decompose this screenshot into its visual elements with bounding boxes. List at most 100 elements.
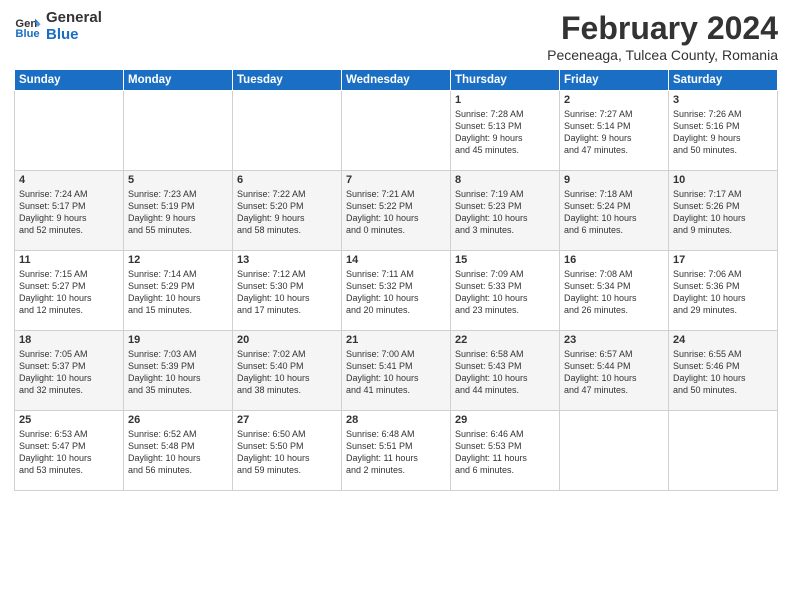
day-content: Sunrise: 6:53 AMSunset: 5:47 PMDaylight:…	[19, 428, 119, 477]
day-number: 17	[673, 254, 773, 266]
day-content: Sunrise: 7:05 AMSunset: 5:37 PMDaylight:…	[19, 348, 119, 397]
day-cell: 26 Sunrise: 6:52 AMSunset: 5:48 PMDayligh…	[124, 411, 233, 491]
day-cell	[342, 91, 451, 171]
day-number: 10	[673, 174, 773, 186]
location: Peceneaga, Tulcea County, Romania	[547, 47, 778, 63]
day-cell: 15 Sunrise: 7:09 AMSunset: 5:33 PMDayligh…	[451, 251, 560, 331]
day-cell: 14 Sunrise: 7:11 AMSunset: 5:32 PMDayligh…	[342, 251, 451, 331]
day-content: Sunrise: 7:02 AMSunset: 5:40 PMDaylight:…	[237, 348, 337, 397]
header: Gen Blue General Blue February 2024 Pece…	[14, 10, 778, 63]
day-number: 21	[346, 334, 446, 346]
day-cell: 21 Sunrise: 7:00 AMSunset: 5:41 PMDayligh…	[342, 331, 451, 411]
day-number: 15	[455, 254, 555, 266]
day-number: 8	[455, 174, 555, 186]
day-cell: 25Sunrise: 6:53 AMSunset: 5:47 PMDayligh…	[15, 411, 124, 491]
day-cell: 17 Sunrise: 7:06 AMSunset: 5:36 PMDayligh…	[669, 251, 778, 331]
day-content: Sunrise: 7:22 AMSunset: 5:20 PMDaylight:…	[237, 188, 337, 237]
day-number: 11	[19, 254, 119, 266]
day-number: 18	[19, 334, 119, 346]
day-content: Sunrise: 7:28 AMSunset: 5:13 PMDaylight:…	[455, 108, 555, 157]
day-number: 27	[237, 414, 337, 426]
day-number: 13	[237, 254, 337, 266]
header-monday: Monday	[124, 70, 233, 91]
logo-line1: General	[46, 10, 102, 27]
day-number: 7	[346, 174, 446, 186]
day-cell: 4 Sunrise: 7:24 AMSunset: 5:17 PMDaylight…	[15, 171, 124, 251]
week-row-1: 1Sunrise: 7:28 AMSunset: 5:13 PMDaylight…	[15, 91, 778, 171]
day-content: Sunrise: 6:57 AMSunset: 5:44 PMDaylight:…	[564, 348, 664, 397]
day-number: 28	[346, 414, 446, 426]
week-row-4: 18 Sunrise: 7:05 AMSunset: 5:37 PMDayligh…	[15, 331, 778, 411]
day-cell: 19 Sunrise: 7:03 AMSunset: 5:39 PMDayligh…	[124, 331, 233, 411]
day-cell: 27 Sunrise: 6:50 AMSunset: 5:50 PMDayligh…	[233, 411, 342, 491]
day-content: Sunrise: 7:06 AMSunset: 5:36 PMDaylight:…	[673, 268, 773, 317]
day-content: Sunrise: 7:17 AMSunset: 5:26 PMDaylight:…	[673, 188, 773, 237]
day-number: 29	[455, 414, 555, 426]
day-number: 6	[237, 174, 337, 186]
day-cell: 2Sunrise: 7:27 AMSunset: 5:14 PMDaylight…	[560, 91, 669, 171]
day-content: Sunrise: 7:14 AMSunset: 5:29 PMDaylight:…	[128, 268, 228, 317]
day-content: Sunrise: 6:58 AMSunset: 5:43 PMDaylight:…	[455, 348, 555, 397]
day-number: 4	[19, 174, 119, 186]
day-content: Sunrise: 7:24 AMSunset: 5:17 PMDaylight:…	[19, 188, 119, 237]
day-cell: 1Sunrise: 7:28 AMSunset: 5:13 PMDaylight…	[451, 91, 560, 171]
header-row: Sunday Monday Tuesday Wednesday Thursday…	[15, 70, 778, 91]
day-number: 16	[564, 254, 664, 266]
day-number: 9	[564, 174, 664, 186]
day-content: Sunrise: 7:00 AMSunset: 5:41 PMDaylight:…	[346, 348, 446, 397]
day-cell	[233, 91, 342, 171]
day-content: Sunrise: 6:48 AMSunset: 5:51 PMDaylight:…	[346, 428, 446, 477]
logo-icon: Gen Blue	[14, 13, 42, 41]
day-cell: 29Sunrise: 6:46 AMSunset: 5:53 PMDayligh…	[451, 411, 560, 491]
day-number: 5	[128, 174, 228, 186]
header-saturday: Saturday	[669, 70, 778, 91]
day-number: 3	[673, 94, 773, 106]
week-row-3: 11Sunrise: 7:15 AMSunset: 5:27 PMDayligh…	[15, 251, 778, 331]
day-cell: 12 Sunrise: 7:14 AMSunset: 5:29 PMDayligh…	[124, 251, 233, 331]
day-content: Sunrise: 6:52 AMSunset: 5:48 PMDaylight:…	[128, 428, 228, 477]
calendar-page: Gen Blue General Blue February 2024 Pece…	[0, 0, 792, 612]
day-content: Sunrise: 6:50 AMSunset: 5:50 PMDaylight:…	[237, 428, 337, 477]
day-number: 26	[128, 414, 228, 426]
week-row-2: 4 Sunrise: 7:24 AMSunset: 5:17 PMDaylight…	[15, 171, 778, 251]
day-number: 22	[455, 334, 555, 346]
header-friday: Friday	[560, 70, 669, 91]
header-tuesday: Tuesday	[233, 70, 342, 91]
day-number: 23	[564, 334, 664, 346]
day-number: 12	[128, 254, 228, 266]
day-cell: 8Sunrise: 7:19 AMSunset: 5:23 PMDaylight…	[451, 171, 560, 251]
day-content: Sunrise: 7:18 AMSunset: 5:24 PMDaylight:…	[564, 188, 664, 237]
day-cell: 23 Sunrise: 6:57 AMSunset: 5:44 PMDayligh…	[560, 331, 669, 411]
day-number: 24	[673, 334, 773, 346]
week-row-5: 25Sunrise: 6:53 AMSunset: 5:47 PMDayligh…	[15, 411, 778, 491]
header-sunday: Sunday	[15, 70, 124, 91]
day-number: 14	[346, 254, 446, 266]
day-cell	[15, 91, 124, 171]
title-area: February 2024 Peceneaga, Tulcea County, …	[547, 10, 778, 63]
day-cell: 7Sunrise: 7:21 AMSunset: 5:22 PMDaylight…	[342, 171, 451, 251]
day-content: Sunrise: 7:23 AMSunset: 5:19 PMDaylight:…	[128, 188, 228, 237]
day-content: Sunrise: 7:03 AMSunset: 5:39 PMDaylight:…	[128, 348, 228, 397]
day-cell	[669, 411, 778, 491]
day-cell: 18 Sunrise: 7:05 AMSunset: 5:37 PMDayligh…	[15, 331, 124, 411]
day-content: Sunrise: 7:27 AMSunset: 5:14 PMDaylight:…	[564, 108, 664, 157]
day-cell: 13 Sunrise: 7:12 AMSunset: 5:30 PMDayligh…	[233, 251, 342, 331]
day-cell: 24 Sunrise: 6:55 AMSunset: 5:46 PMDayligh…	[669, 331, 778, 411]
day-content: Sunrise: 7:11 AMSunset: 5:32 PMDaylight:…	[346, 268, 446, 317]
day-content: Sunrise: 7:12 AMSunset: 5:30 PMDaylight:…	[237, 268, 337, 317]
day-cell: 3Sunrise: 7:26 AMSunset: 5:16 PMDaylight…	[669, 91, 778, 171]
logo: Gen Blue General Blue	[14, 10, 102, 43]
day-number: 20	[237, 334, 337, 346]
day-cell: 16Sunrise: 7:08 AMSunset: 5:34 PMDayligh…	[560, 251, 669, 331]
month-title: February 2024	[547, 10, 778, 47]
day-cell: 22 Sunrise: 6:58 AMSunset: 5:43 PMDayligh…	[451, 331, 560, 411]
header-thursday: Thursday	[451, 70, 560, 91]
logo-line2: Blue	[46, 27, 102, 44]
day-content: Sunrise: 7:09 AMSunset: 5:33 PMDaylight:…	[455, 268, 555, 317]
day-cell	[124, 91, 233, 171]
header-wednesday: Wednesday	[342, 70, 451, 91]
day-content: Sunrise: 6:55 AMSunset: 5:46 PMDaylight:…	[673, 348, 773, 397]
day-cell: 9 Sunrise: 7:18 AMSunset: 5:24 PMDaylight…	[560, 171, 669, 251]
day-cell: 11Sunrise: 7:15 AMSunset: 5:27 PMDayligh…	[15, 251, 124, 331]
day-number: 19	[128, 334, 228, 346]
